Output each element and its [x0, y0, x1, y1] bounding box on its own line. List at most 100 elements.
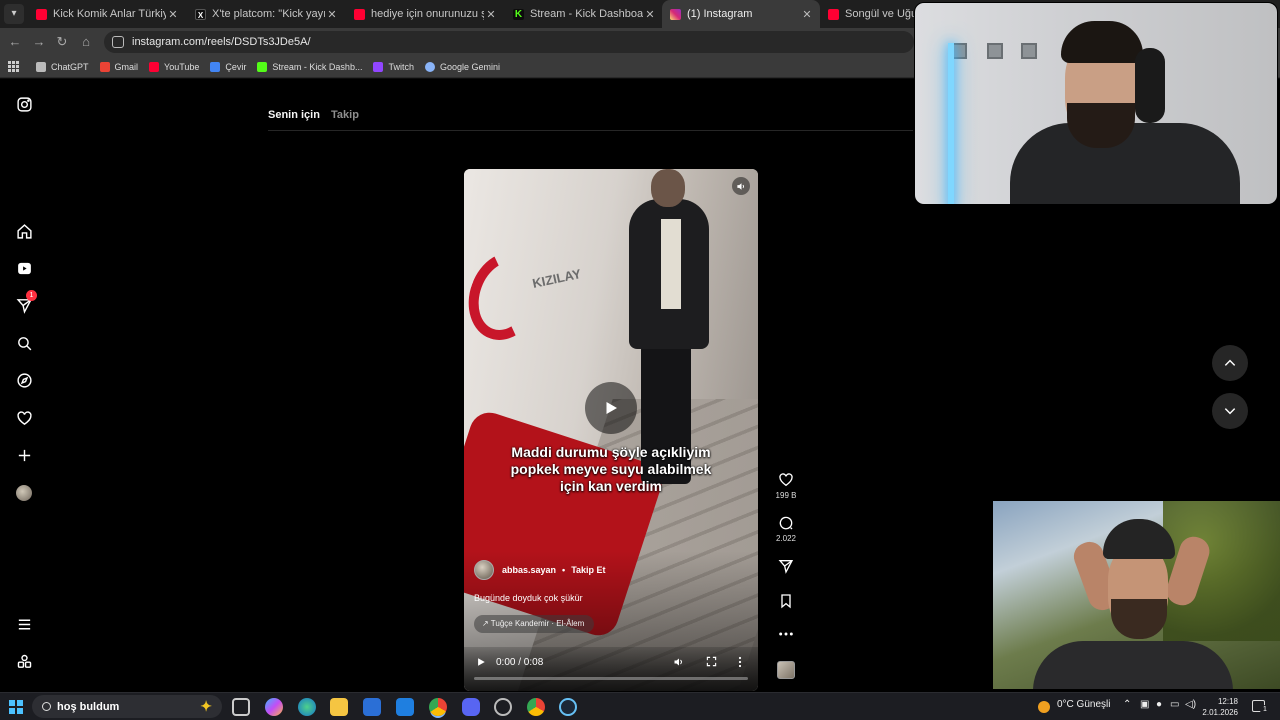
site-info-icon[interactable]: [112, 36, 124, 48]
edge-icon[interactable]: [298, 698, 316, 716]
close-tab-icon[interactable]: ✕: [325, 8, 339, 21]
reel-author: abbas.sayan • Takip Et: [474, 560, 606, 580]
close-tab-icon[interactable]: ✕: [484, 8, 498, 21]
steam-icon[interactable]: [559, 698, 577, 716]
bookmark-gmail[interactable]: Gmail: [99, 61, 138, 72]
bookmark-label: Stream - Kick Dashb...: [272, 61, 363, 72]
volume-icon[interactable]: [673, 656, 685, 670]
instagram-logo-icon[interactable]: [13, 93, 35, 115]
browser-tab-active[interactable]: (1) Instagram ✕: [662, 0, 820, 28]
bookmark-chatgpt[interactable]: ChatGPT: [36, 61, 89, 72]
close-tab-icon[interactable]: ✕: [166, 8, 180, 21]
explore-compass-icon[interactable]: [13, 369, 35, 391]
more-options-icon[interactable]: [738, 656, 742, 670]
gmail-icon: [99, 61, 110, 72]
tab-following[interactable]: Takip: [331, 109, 359, 121]
menu-hamburger-icon[interactable]: [13, 613, 35, 635]
apps-grid-icon[interactable]: [8, 60, 20, 73]
windows-start-icon[interactable]: [9, 700, 23, 714]
wall-frame: [987, 43, 1003, 59]
reel-audio-link[interactable]: ↗ Tuğçe Kandemir · El-Âlem: [474, 615, 595, 633]
video-person: [619, 169, 719, 489]
copilot-sparkle-icon: ✦: [200, 698, 212, 714]
bookmark-kick[interactable]: Stream - Kick Dashb...: [257, 61, 363, 72]
kick-icon: K: [513, 8, 524, 20]
taskbar-search[interactable]: hoş buldum ✦: [32, 695, 222, 718]
meet-now-icon[interactable]: ▣: [1140, 699, 1149, 710]
browser-tab[interactable]: K Stream - Kick Dashboard ✕: [505, 0, 663, 28]
address-bar[interactable]: instagram.com/reels/DSDTs3JDe5A/: [104, 31, 914, 53]
tab-title: Stream - Kick Dashboard: [530, 8, 643, 20]
reels-icon[interactable]: [13, 257, 35, 279]
next-reel-button[interactable]: [1212, 393, 1248, 429]
browser-tab[interactable]: Songül ve Uğur ile S: [820, 0, 920, 28]
previous-reel-button[interactable]: [1212, 345, 1248, 381]
kick-icon: [257, 61, 268, 72]
file-explorer-icon[interactable]: [330, 698, 348, 716]
audio-thumbnail[interactable]: [777, 661, 795, 679]
bookmark-twitch[interactable]: Twitch: [373, 61, 414, 72]
notification-badge: 1: [26, 290, 37, 301]
back-arrow-icon[interactable]: ←: [5, 32, 25, 52]
audio-toggle-button[interactable]: [732, 177, 750, 195]
browser-tab[interactable]: hediye için onurunuzu şerefiniz ✕: [346, 0, 504, 28]
home-icon[interactable]: ⌂: [76, 32, 96, 52]
tab-for-you[interactable]: Senin için: [268, 109, 320, 121]
fullscreen-icon[interactable]: [706, 656, 717, 670]
notifications-heart-icon[interactable]: [13, 407, 35, 429]
author-avatar[interactable]: [474, 560, 494, 580]
webcam-person-hair: [1061, 21, 1143, 63]
caption-line: için kan verdim: [560, 478, 662, 494]
tab-search-chevron-icon[interactable]: ▾: [4, 4, 24, 24]
close-tab-icon[interactable]: ✕: [800, 8, 814, 21]
notification-center-icon[interactable]: 1: [1252, 700, 1270, 715]
reload-icon[interactable]: ↻: [52, 32, 72, 52]
like-button[interactable]: 199 B: [772, 472, 800, 500]
bookmark-youtube[interactable]: YouTube: [149, 61, 199, 72]
network-icon[interactable]: ▭: [1170, 699, 1179, 710]
video-progress-bar[interactable]: [474, 677, 748, 680]
play-button[interactable]: [585, 382, 637, 434]
store-icon[interactable]: [363, 698, 381, 716]
follow-button[interactable]: Takip Et: [571, 565, 605, 575]
play-control-icon[interactable]: [476, 656, 486, 670]
bookmark-label: Çevir: [225, 61, 247, 72]
bookmark-label: ChatGPT: [51, 61, 89, 72]
reel-video[interactable]: KIZILAY Maddi durumu şöyle açıkliyim pop…: [464, 169, 758, 691]
discord-icon[interactable]: [462, 698, 480, 716]
save-button[interactable]: [772, 593, 800, 612]
forward-arrow-icon[interactable]: →: [29, 32, 49, 52]
playback-time: 0:00 / 0:08: [496, 657, 544, 668]
browser-tab[interactable]: X X'te platcom: "Kick yayıncısı Ca ✕: [187, 0, 345, 28]
bookmark-translate[interactable]: Çevir: [210, 61, 247, 72]
tray-chevron-up-icon[interactable]: ⌃: [1123, 699, 1131, 710]
author-username[interactable]: abbas.sayan: [502, 565, 556, 575]
task-view-icon[interactable]: [232, 698, 250, 716]
youtube-icon: [828, 8, 839, 20]
chrome-icon[interactable]: [429, 698, 447, 716]
streamer-webcam: [914, 2, 1278, 205]
tab-title: hediye için onurunuzu şerefiniz: [371, 8, 484, 20]
chrome-profile-icon[interactable]: [527, 698, 545, 716]
microphone-icon[interactable]: ●: [1156, 699, 1162, 710]
volume-icon[interactable]: ◁): [1185, 699, 1196, 710]
bookmark-gemini[interactable]: Google Gemini: [424, 61, 500, 72]
messages-send-icon[interactable]: 1: [13, 290, 37, 316]
obs-icon[interactable]: [494, 698, 512, 716]
profile-avatar[interactable]: [13, 482, 35, 504]
more-button[interactable]: [772, 631, 800, 640]
mail-icon[interactable]: [396, 698, 414, 716]
comment-button[interactable]: 2.022: [772, 515, 800, 543]
create-plus-icon[interactable]: [13, 444, 35, 466]
share-button[interactable]: [772, 558, 800, 577]
search-icon[interactable]: [13, 332, 35, 354]
neon-light: [948, 43, 954, 204]
home-icon[interactable]: [13, 220, 35, 242]
copilot-icon[interactable]: [265, 698, 283, 716]
bookmark-label: Google Gemini: [439, 61, 500, 72]
clock[interactable]: 12:18 2.01.2026: [1198, 696, 1238, 718]
browser-tab[interactable]: Kick Komik Anlar Türkiye Rewin ✕: [28, 0, 186, 28]
also-from-meta-icon[interactable]: [13, 650, 35, 672]
weather-text[interactable]: 0°C Güneşli: [1057, 699, 1110, 710]
close-tab-icon[interactable]: ✕: [643, 8, 657, 21]
